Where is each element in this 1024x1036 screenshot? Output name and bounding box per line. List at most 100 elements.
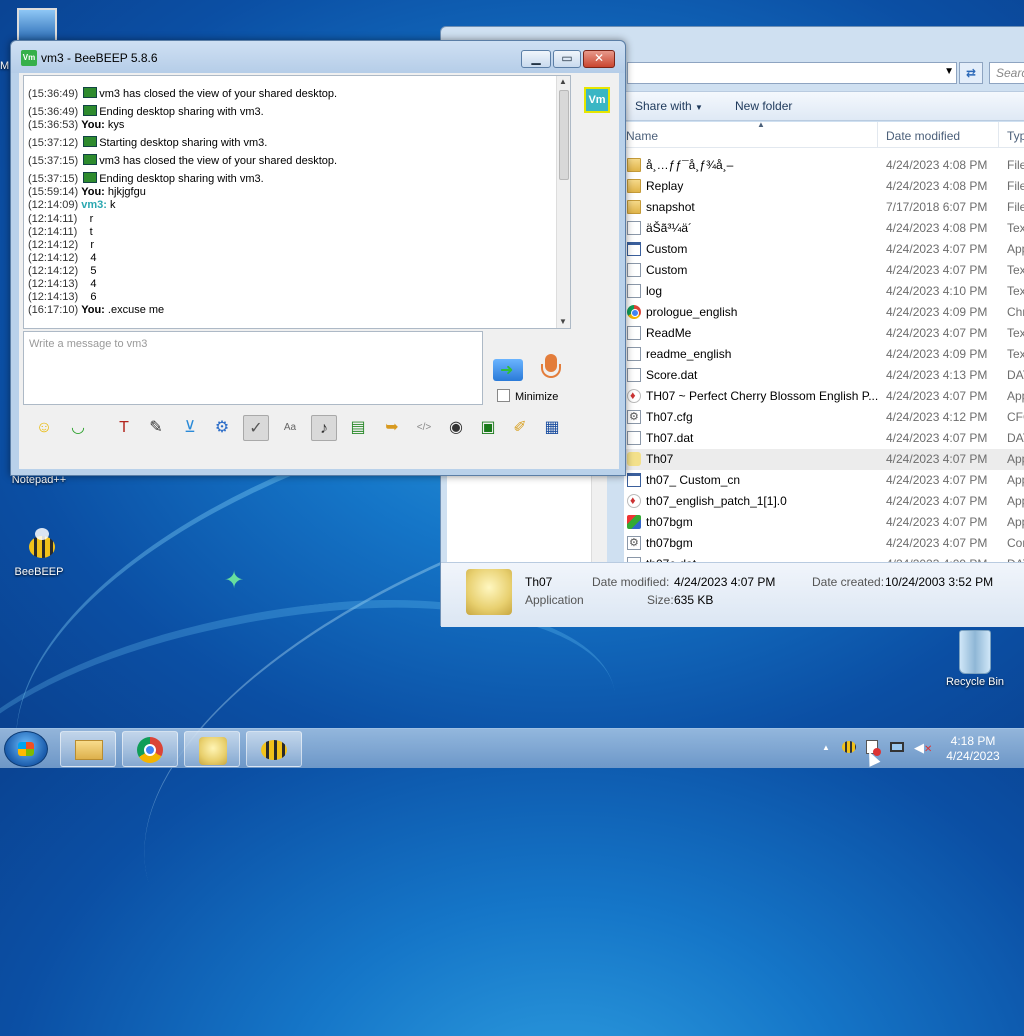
message-timestamp: (12:14:11) xyxy=(28,226,78,238)
refresh-icon: ⇄ xyxy=(965,66,977,80)
avatar[interactable]: Vm xyxy=(584,87,610,113)
new-folder-button[interactable]: New folder xyxy=(735,99,792,113)
spellcheck-icon[interactable]: ✓ xyxy=(243,415,269,441)
folder-icon xyxy=(627,200,641,214)
start-button[interactable] xyxy=(4,731,48,767)
close-button[interactable]: ✕ xyxy=(583,50,615,68)
send-button[interactable] xyxy=(493,359,523,381)
file-date: 7/17/2018 6:07 PM xyxy=(886,200,988,214)
message-text: r xyxy=(90,239,95,251)
microphone-icon[interactable] xyxy=(541,354,561,384)
address-bar[interactable]: ▼ xyxy=(627,62,957,84)
chevron-down-icon[interactable]: ▼ xyxy=(944,66,954,77)
file-row[interactable]: th07_ Custom_cn 4/24/2023 4:07 PM App xyxy=(624,470,1024,491)
file-row[interactable]: th07bgm 4/24/2023 4:07 PM App xyxy=(624,512,1024,533)
column-header-date[interactable]: Date modified xyxy=(886,129,960,143)
file-row[interactable]: ReadMe 4/24/2023 4:07 PM Tex xyxy=(624,323,1024,344)
file-date: 4/24/2023 4:07 PM xyxy=(886,515,988,529)
chat-message: (15:59:14) You: hjkjgfgu xyxy=(28,186,146,199)
emoji-icon[interactable]: ☺ xyxy=(31,415,57,441)
file-row[interactable]: Score.dat 4/24/2023 4:13 PM DAT xyxy=(624,365,1024,386)
screenshot-icon[interactable]: ◉ xyxy=(443,415,469,441)
minimize-checkbox[interactable] xyxy=(497,389,510,402)
column-separator[interactable] xyxy=(998,122,999,148)
recycle-bin-icon xyxy=(959,630,991,674)
file-row[interactable]: Th07.dat 4/24/2023 4:07 PM DAT xyxy=(624,428,1024,449)
file-row[interactable]: äŠã³¼ä´ 4/24/2023 4:08 PM Tex xyxy=(624,218,1024,239)
music-icon[interactable]: ♪ xyxy=(311,415,337,441)
config-icon xyxy=(627,533,641,554)
beebeep-window[interactable]: Vm vm3 - BeeBEEP 5.8.6 ▁ ▭ ✕ (15:36:49) … xyxy=(10,40,626,476)
file-row[interactable]: prologue_english 4/24/2023 4:09 PM Chr xyxy=(624,302,1024,323)
share-with-button[interactable]: Share with ▼ xyxy=(635,99,703,113)
file-date: 4/24/2023 4:07 PM xyxy=(886,494,988,508)
desktop-icon-beebeep[interactable]: BeeBEEP xyxy=(4,528,74,578)
filter-icon[interactable]: ⊻ xyxy=(177,415,203,441)
scroll-down-icon[interactable]: ▼ xyxy=(559,317,567,326)
clock[interactable]: 4:18 PM 4/24/2023 xyxy=(940,734,1006,764)
column-header-type[interactable]: Typ xyxy=(1007,129,1024,143)
file-row[interactable]: å¸…ƒƒ¯å¸ƒ¾å¸– 4/24/2023 4:08 PM File xyxy=(624,155,1024,176)
file-type: Cor xyxy=(1007,536,1024,550)
notes-icon[interactable]: ✐ xyxy=(507,415,533,441)
application-icon xyxy=(627,473,641,487)
volume-muted-icon[interactable]: ◀✕ xyxy=(914,740,932,756)
desktop-icon-computer[interactable]: M xyxy=(0,8,72,72)
file-row[interactable]: Custom 4/24/2023 4:07 PM Tex xyxy=(624,260,1024,281)
details-date-created: 10/24/2003 3:52 PM xyxy=(885,575,994,589)
file-row[interactable]: log 4/24/2023 4:10 PM Tex xyxy=(624,281,1024,302)
scroll-up-icon[interactable]: ▲ xyxy=(559,77,567,86)
file-row[interactable]: Replay 4/24/2023 4:08 PM File xyxy=(624,176,1024,197)
ear-icon[interactable]: ◡ xyxy=(65,415,91,441)
settings-icon[interactable]: ⚙ xyxy=(209,415,235,441)
message-input[interactable]: Write a message to vm3 xyxy=(23,331,483,405)
scroll-thumb[interactable] xyxy=(559,90,569,180)
save-icon[interactable]: ▦ xyxy=(539,415,565,441)
taskbar-th07[interactable] xyxy=(184,731,240,767)
file-row[interactable]: snapshot 7/17/2018 6:07 PM File xyxy=(624,197,1024,218)
chat-scrollbar[interactable]: ▲ ▼ xyxy=(556,76,570,328)
desktop-icon-recycle-bin[interactable]: Recycle Bin xyxy=(940,630,1010,688)
column-header-name[interactable]: Name xyxy=(626,129,658,143)
taskbar-chrome[interactable] xyxy=(122,731,178,767)
file-row[interactable]: th07_english_patch_1[1].0 4/24/2023 4:07 … xyxy=(624,491,1024,512)
desktop-icon-label: Recycle Bin xyxy=(945,676,1005,688)
minimize-button[interactable]: ▁ xyxy=(521,50,551,68)
beebeep-titlebar[interactable]: Vm vm3 - BeeBEEP 5.8.6 ▁ ▭ ✕ xyxy=(11,41,625,73)
color-icon[interactable]: ✎ xyxy=(143,415,169,441)
file-list[interactable]: Name ▲ Date modified Typ å¸…ƒƒ¯å¸ƒ¾å¸– 4/… xyxy=(624,122,1024,562)
chat-history[interactable]: (15:36:49) vm3 has closed the view of yo… xyxy=(23,75,571,329)
document-icon xyxy=(627,263,641,277)
file-type: App xyxy=(1007,389,1024,403)
search-input[interactable]: Search xyxy=(989,62,1024,84)
font-icon[interactable]: T xyxy=(111,415,137,441)
file-row[interactable]: Custom 4/24/2023 4:07 PM App xyxy=(624,239,1024,260)
show-hidden-icons-icon[interactable]: ▲ xyxy=(822,743,830,783)
word-complete-icon[interactable]: Aa xyxy=(277,415,303,441)
file-type: App xyxy=(1007,242,1024,256)
column-separator[interactable] xyxy=(877,122,878,148)
file-row[interactable]: TH07 ~ Perfect Cherry Blossom English P.… xyxy=(624,386,1024,407)
file-row[interactable]: readme_english 4/24/2023 4:09 PM Tex xyxy=(624,344,1024,365)
file-type: Tex xyxy=(1007,284,1024,298)
maximize-button[interactable]: ▭ xyxy=(553,50,581,68)
taskbar-explorer[interactable] xyxy=(60,731,116,767)
application-icon xyxy=(627,242,641,256)
message-sender: You: xyxy=(81,119,105,131)
file-name: å¸…ƒƒ¯å¸ƒ¾å¸– xyxy=(646,158,734,172)
terminal-icon[interactable]: ▣ xyxy=(475,415,501,441)
file-row[interactable]: Th07.cfg 4/24/2023 4:12 PM CFG xyxy=(624,407,1024,428)
code-icon[interactable]: </> xyxy=(411,415,437,441)
file-row[interactable]: th07bgm 4/24/2023 4:07 PM Cor xyxy=(624,533,1024,554)
message-text: Starting desktop sharing with vm3. xyxy=(99,137,268,149)
send-file-icon[interactable]: ▤ xyxy=(345,415,371,441)
refresh-button[interactable]: ⇄ xyxy=(959,62,983,84)
file-row[interactable]: Th07 4/24/2023 4:07 PM App xyxy=(624,449,1024,470)
file-name: äŠã³¼ä´ xyxy=(646,221,693,235)
network-icon[interactable] xyxy=(890,740,908,756)
message-timestamp: (15:37:12) xyxy=(28,137,79,149)
file-row[interactable]: th07e.dat 4/24/2023 4:09 PM DAT xyxy=(624,554,1024,562)
send-folder-icon[interactable]: ➥ xyxy=(379,415,405,441)
taskbar-beebeep[interactable] xyxy=(246,731,302,767)
bee-tray-icon[interactable] xyxy=(842,739,858,755)
